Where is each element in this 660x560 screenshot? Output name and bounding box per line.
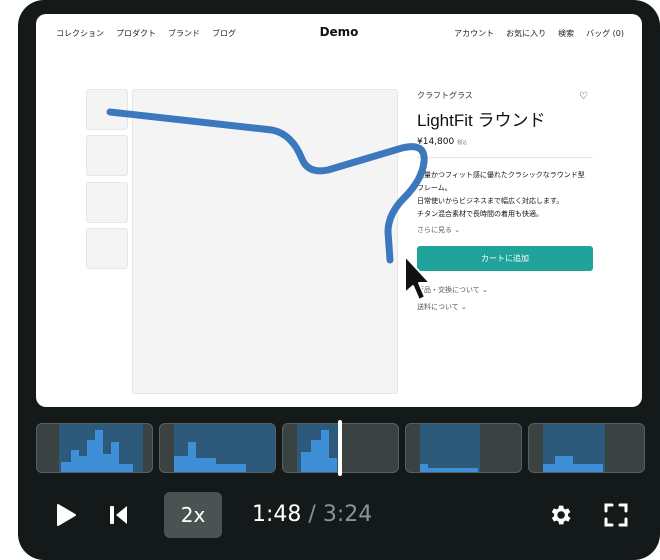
activity-bar — [188, 442, 196, 472]
timeline-segment[interactable] — [159, 423, 276, 473]
activity-bar — [71, 450, 79, 472]
skip-back-icon — [110, 506, 127, 524]
activity-bar — [428, 468, 478, 472]
playhead[interactable] — [338, 420, 342, 476]
play-button[interactable] — [54, 502, 78, 532]
drag-annotation — [106, 108, 431, 301]
gear-icon — [551, 505, 571, 525]
activity-bar — [329, 458, 337, 472]
activity-bar — [174, 456, 188, 472]
activity-bar — [555, 456, 573, 472]
timeline-segment[interactable] — [36, 423, 153, 473]
time-separator: / — [308, 502, 316, 527]
settings-button[interactable] — [547, 502, 573, 532]
cursor-arrow-icon — [404, 255, 431, 301]
activity-bar — [61, 462, 71, 472]
activity-bar — [111, 442, 119, 472]
playback-controls: 2x 1:48 / 3:24 — [0, 490, 660, 540]
timeline-scrubber[interactable] — [36, 420, 645, 476]
activity-bar — [87, 440, 95, 472]
activity-bar — [119, 464, 133, 472]
activity-bar — [311, 440, 321, 472]
recorded-screen: コレクション プロダクト ブランド ブログ Demo アカウント お気に入り 検… — [36, 14, 642, 407]
activity-bar — [103, 454, 111, 472]
fullscreen-button[interactable] — [604, 503, 628, 531]
playback-speed-button[interactable]: 2x — [164, 492, 222, 538]
activity-bar — [321, 430, 329, 472]
activity-bar — [420, 464, 428, 472]
activity-bar — [573, 464, 603, 472]
activity-bar — [196, 458, 216, 472]
current-time: 1:48 — [252, 502, 302, 527]
activity-bar — [79, 456, 87, 472]
timeline-segment[interactable] — [405, 423, 522, 473]
time-display: 1:48 / 3:24 — [252, 502, 372, 527]
fullscreen-icon — [604, 503, 628, 527]
activity-bar — [216, 464, 246, 472]
activity-bar — [301, 452, 311, 472]
timeline-segment[interactable] — [528, 423, 645, 473]
total-time: 3:24 — [322, 502, 373, 527]
activity-bar — [543, 464, 555, 472]
activity-bar — [95, 430, 103, 472]
play-icon — [57, 504, 76, 526]
drag-path-stroke — [106, 108, 428, 264]
skip-back-button[interactable] — [108, 504, 130, 530]
